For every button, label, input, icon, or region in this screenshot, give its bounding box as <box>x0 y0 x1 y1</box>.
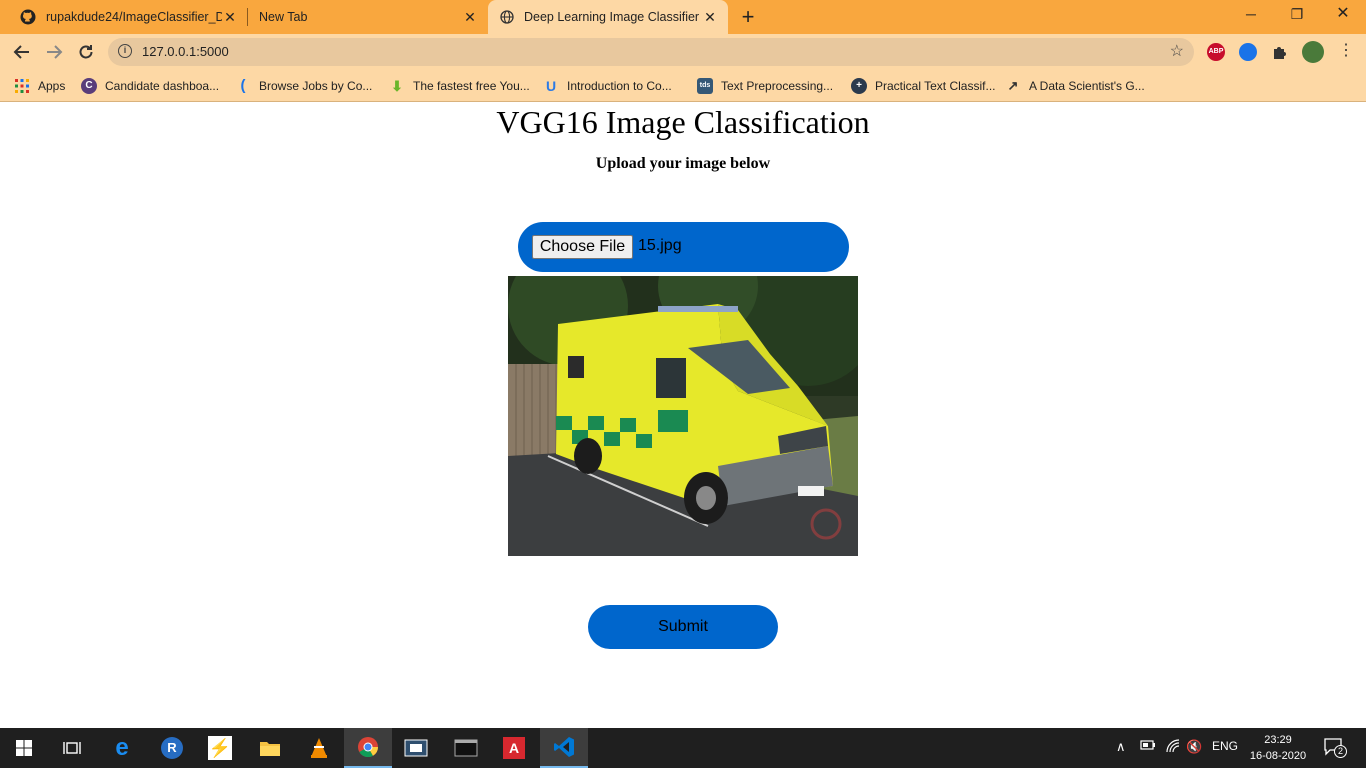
bookmark-label: Apps <box>38 79 66 93</box>
clock-time: 23:29 <box>1264 734 1292 746</box>
puzzle-extensions-icon[interactable] <box>1271 43 1289 66</box>
page-subtitle: Upload your image below <box>595 155 771 172</box>
windows-taskbar: e R ⚡ A ∧ 🔇 ENG 23:29 16-08-2020 2 <box>0 728 1366 768</box>
bookmark-youtube-dl[interactable]: ⬇ The fastest free You... <box>389 76 530 96</box>
adblock-plus-icon[interactable]: ABP <box>1207 43 1225 61</box>
extension-blue-icon[interactable] <box>1239 43 1257 61</box>
file-explorer-icon[interactable] <box>246 728 294 768</box>
close-tab-icon[interactable]: ✕ <box>462 9 478 26</box>
browser-toolbar: i 127.0.0.1:5000 ☆ ABP ⋮ <box>0 34 1366 70</box>
file-upload-container: Choose File 15.jpg <box>518 222 849 272</box>
battery-icon[interactable] <box>1140 739 1156 754</box>
reload-icon[interactable] <box>74 40 98 64</box>
acrobat-icon[interactable]: A <box>490 728 538 768</box>
tab-title: New Tab <box>259 10 308 24</box>
bookmark-candidate[interactable]: C Candidate dashboa... <box>81 76 219 96</box>
practical-icon: + <box>851 78 867 94</box>
url-text: 127.0.0.1:5000 <box>142 44 229 59</box>
windows-start-icon[interactable] <box>0 728 48 768</box>
selected-file-name: 15.jpg <box>638 237 682 254</box>
vscode-icon[interactable] <box>540 728 588 768</box>
datasci-icon: ↗ <box>1007 78 1019 93</box>
video-editor-icon[interactable] <box>392 728 440 768</box>
show-hidden-icons-icon[interactable]: ∧ <box>1116 739 1126 755</box>
chrome-icon[interactable] <box>344 728 392 768</box>
r-icon[interactable]: R <box>148 728 196 768</box>
candidate-icon: C <box>81 78 97 94</box>
bookmark-label: Text Preprocessing... <box>721 79 834 93</box>
tab-bar: rupakdude24/ImageClassifier_De ✕ New Tab… <box>0 0 1366 34</box>
system-clock[interactable]: 23:29 16-08-2020 <box>1248 732 1308 764</box>
minimize-icon[interactable]: ─ <box>1228 0 1274 30</box>
bookmark-label: Introduction to Co... <box>567 79 672 93</box>
tab-github[interactable]: rupakdude24/ImageClassifier_De ✕ <box>8 0 248 34</box>
profile-avatar[interactable] <box>1302 41 1324 63</box>
edge-icon[interactable]: e <box>98 728 146 768</box>
apps-grid-icon <box>14 78 30 94</box>
tab-title: rupakdude24/ImageClassifier_De <box>46 10 222 24</box>
tds-icon: tds <box>697 78 713 94</box>
close-window-icon[interactable]: ✕ <box>1320 0 1366 30</box>
bookmark-jobs[interactable]: ( Browse Jobs by Co... <box>235 76 373 96</box>
task-view-icon[interactable] <box>48 728 96 768</box>
wifi-icon[interactable] <box>1165 739 1181 756</box>
forward-icon[interactable] <box>42 40 66 64</box>
udemy-icon: U <box>545 78 557 94</box>
address-bar[interactable]: i 127.0.0.1:5000 ☆ <box>108 38 1194 66</box>
notification-count: 2 <box>1334 745 1347 758</box>
volume-muted-icon[interactable]: 🔇 <box>1186 739 1202 755</box>
bookmark-apps[interactable]: Apps <box>14 76 65 96</box>
page-content: VGG16 Image Classification Upload your i… <box>0 103 1366 728</box>
bookmarks-bar: Apps C Candidate dashboa... ( Browse Job… <box>0 70 1366 102</box>
bookmark-tds[interactable]: tds Text Preprocessing... <box>697 76 833 96</box>
download-icon: ⬇ <box>391 78 403 94</box>
bookmark-label: Candidate dashboa... <box>105 79 220 93</box>
terminal-icon[interactable] <box>442 728 490 768</box>
vlc-icon[interactable] <box>295 728 343 768</box>
zap-icon[interactable]: ⚡ <box>196 728 244 768</box>
uploaded-image-preview <box>508 276 858 556</box>
globe-icon <box>500 10 514 24</box>
restore-icon[interactable]: ❐ <box>1274 0 1320 30</box>
tab-new-tab[interactable]: New Tab ✕ <box>248 0 488 34</box>
submit-button[interactable]: Submit <box>588 605 778 649</box>
bookmark-udemy[interactable]: U Introduction to Co... <box>543 76 672 96</box>
bookmark-label: A Data Scientist's G... <box>1029 79 1145 93</box>
notifications-icon[interactable]: 2 <box>1324 738 1347 761</box>
info-icon[interactable]: i <box>118 44 132 58</box>
language-indicator[interactable]: ENG <box>1212 739 1238 753</box>
tab-title: Deep Learning Image Classifier <box>524 10 700 24</box>
bookmark-practical[interactable]: + Practical Text Classif... <box>851 76 995 96</box>
clock-date: 16-08-2020 <box>1249 750 1307 762</box>
choose-file-button[interactable]: Choose File <box>532 235 633 259</box>
bookmark-star-icon[interactable]: ☆ <box>1170 41 1184 61</box>
tab-active[interactable]: Deep Learning Image Classifier ✕ <box>488 0 728 34</box>
new-tab-icon[interactable]: + <box>737 4 759 30</box>
back-icon[interactable] <box>10 40 34 64</box>
bookmark-label: The fastest free You... <box>413 79 530 93</box>
page-title: VGG16 Image Classification <box>496 104 870 140</box>
close-tab-icon[interactable]: ✕ <box>702 9 718 26</box>
github-icon <box>20 9 36 25</box>
jobs-icon: ( <box>240 77 246 94</box>
bookmark-label: Browse Jobs by Co... <box>259 79 373 93</box>
bookmark-datasci[interactable]: ↗ A Data Scientist's G... <box>1005 76 1145 96</box>
close-tab-icon[interactable]: ✕ <box>222 9 238 26</box>
bookmark-label: Practical Text Classif... <box>875 79 996 93</box>
menu-dots-icon[interactable]: ⋮ <box>1338 40 1354 60</box>
